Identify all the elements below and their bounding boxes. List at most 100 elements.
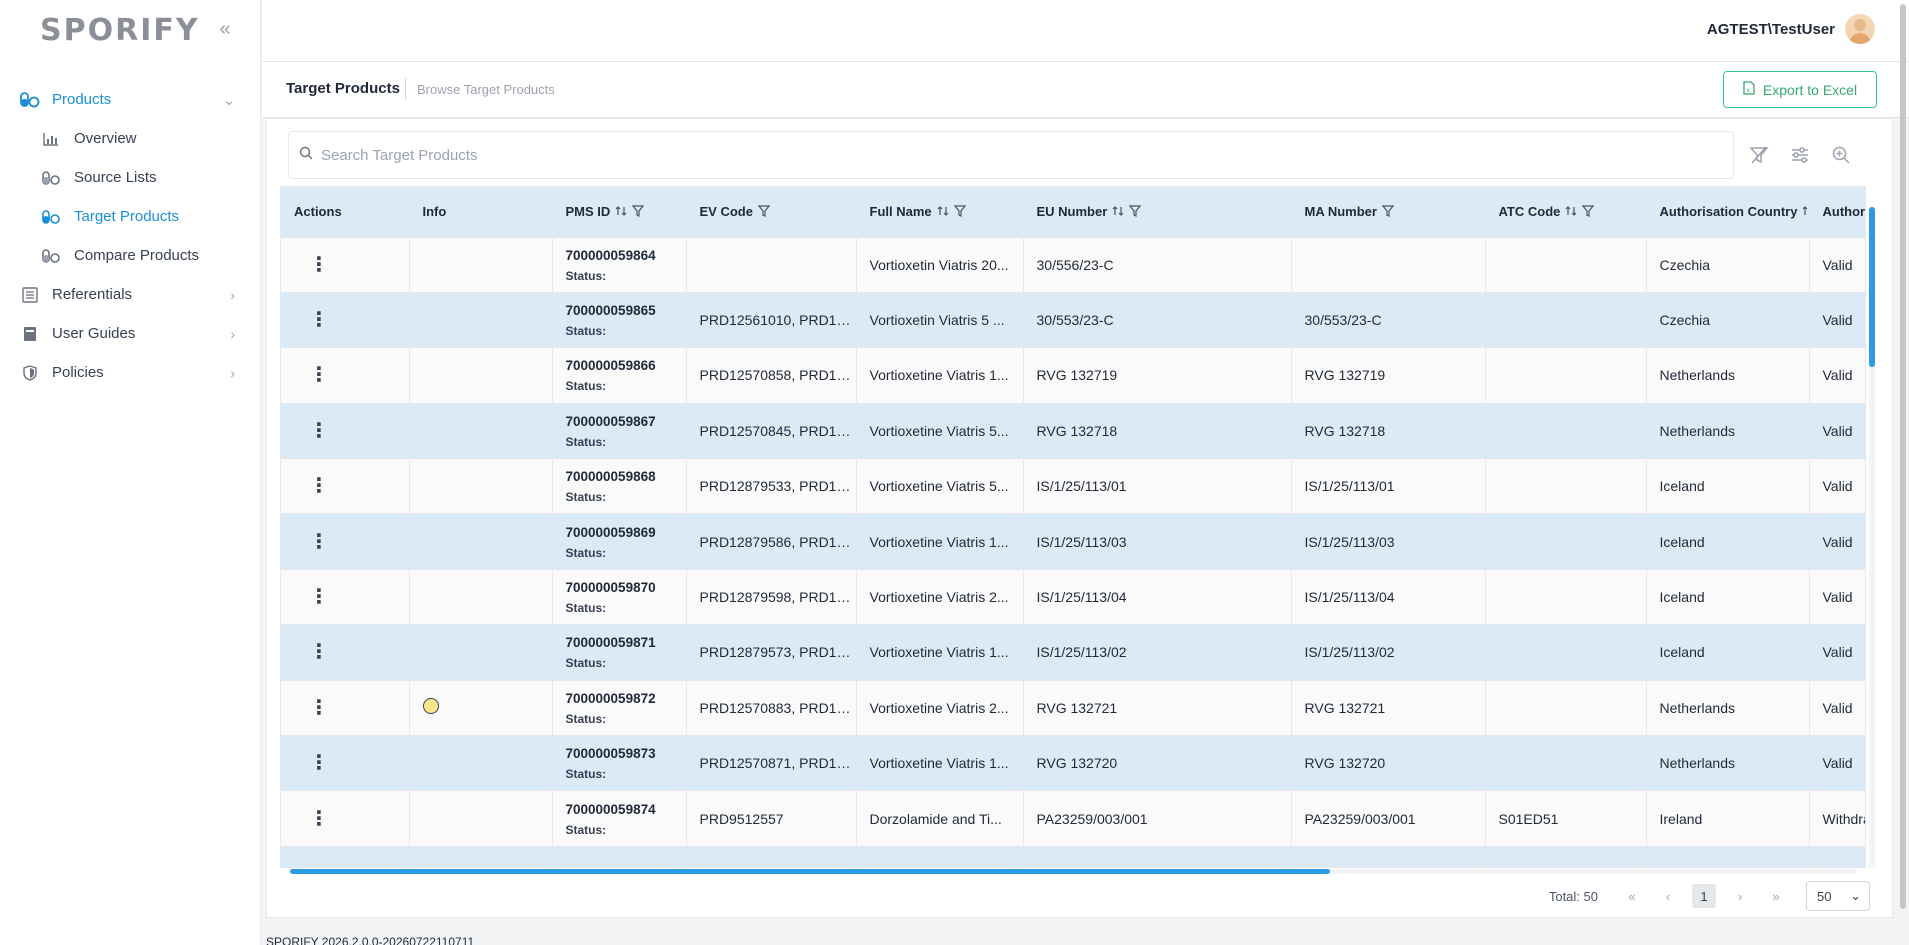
atc-cell [1485,624,1647,681]
column-header[interactable]: PMS ID [552,187,687,237]
more-vertical-icon[interactable]: ⋮ [304,587,334,607]
sort-icon[interactable] [615,205,627,220]
more-vertical-icon[interactable]: ⋮ [304,255,334,275]
zoom-in-icon[interactable] [1829,143,1853,167]
column-header-label: ATC Code [1498,203,1561,219]
more-vertical-icon[interactable]: ⋮ [304,310,334,330]
auth-cell: Withdra [1809,790,1865,847]
sidebar-item-referentials[interactable]: Referentials › [0,275,261,314]
column-header[interactable]: Info [409,187,553,237]
column-header[interactable]: ATC Code [1485,187,1647,237]
scrollbar-thumb[interactable] [290,869,1330,874]
sort-icon[interactable] [1565,205,1577,220]
app-version: SPORIFY 2026.2.0.0-20260722110711 [266,935,475,945]
sidebar-item-policies[interactable]: Policies › [0,353,261,392]
country-cell [1646,845,1810,867]
table-row[interactable]: ⋮ 700000059870 Status: PRD12879598, PRD128.… [281,568,1865,625]
page-size-select[interactable]: 50 ⌄ [1806,881,1870,911]
column-header[interactable]: Authorisation Country [1646,187,1810,237]
sort-icon[interactable] [1112,205,1124,220]
more-vertical-icon[interactable]: ⋮ [304,365,334,385]
content-card: Actions Info PMS ID EV Code Full Name EU Numb… [266,118,1893,918]
info-cell [409,845,553,867]
atc-cell [1485,291,1647,348]
pms-id-cell: 700000059873 Status: [552,735,687,791]
vertical-scrollbar[interactable] [1869,207,1875,867]
ma-cell [1291,236,1486,293]
products-table: Actions Info PMS ID EV Code Full Name EU Numb… [281,187,1865,867]
table-row[interactable]: ⋮ 700000059873 Status: PRD12570871, PRD1257… [281,735,1865,791]
sidebar-item-source-lists[interactable]: Source Lists [0,158,261,197]
actions-cell [281,845,410,867]
table-row[interactable]: ⋮ 700000059864 Status: Vortioxetin Viatris … [281,236,1865,293]
page-scrollbar[interactable] [1899,4,1907,934]
table-row[interactable]: ⋮ 700000059865 Status: PRD12561010, PRD1256… [281,291,1865,348]
eu-cell: IS/1/25/113/02 [1023,624,1292,681]
ma-cell: RVG 132720 [1291,735,1486,791]
clear-filter-icon[interactable] [1747,143,1771,167]
first-page-button[interactable]: « [1618,882,1646,910]
status-label: Status: [565,268,607,283]
more-vertical-icon[interactable]: ⋮ [304,532,334,552]
column-settings-icon[interactable] [1788,143,1812,167]
horizontal-scrollbar[interactable] [280,867,1866,875]
table-row[interactable]: ⋮ 700000059872 Status: PRD12570883, PRD125.… [281,679,1865,736]
ev-cell: PRD12879573, PRD128... [686,624,857,681]
next-page-button[interactable]: › [1726,882,1754,910]
table-row[interactable]: ⋮ 700000059871 Status: PRD12879573, PRD128.… [281,624,1865,681]
more-vertical-icon[interactable]: ⋮ [304,809,334,829]
table-row[interactable]: 700000059875 [281,845,1865,867]
table-row[interactable]: ⋮ 700000059867 Status: PRD12570845, PRD125.… [281,402,1865,459]
more-vertical-icon[interactable]: ⋮ [304,476,334,496]
sort-icon[interactable] [1802,205,1808,220]
table-row[interactable]: ⋮ 700000059869 Status: PRD12879586, PRD128.… [281,513,1865,570]
search-box[interactable] [288,131,1734,179]
sidebar-item-overview[interactable]: Overview [0,119,261,158]
ma-cell: IS/1/25/113/01 [1291,458,1486,514]
breadcrumb-divider [405,78,406,100]
sidebar-item-target-products[interactable]: Target Products [0,197,261,236]
filter-icon[interactable] [1129,205,1142,220]
more-vertical-icon[interactable]: ⋮ [304,642,334,662]
ev-cell: PRD12561010, PRD12561... [686,291,857,348]
status-label: Status: [565,434,607,449]
sidebar-item-user-guides[interactable]: User Guides › [0,314,261,353]
ev-cell [686,236,857,293]
app-logo[interactable]: SPORIFY [40,13,200,48]
filter-icon[interactable] [1381,205,1395,220]
more-vertical-icon[interactable]: ⋮ [304,698,334,718]
table-row[interactable]: ⋮ 700000059868 Status: PRD12879533, PRD128.… [281,458,1865,514]
eu-cell: RVG 132718 [1023,402,1292,459]
atc-cell [1485,513,1647,570]
column-header[interactable]: MA Number [1291,187,1486,237]
last-page-button[interactable]: » [1762,882,1790,910]
ma-cell: IS/1/25/113/02 [1291,624,1486,681]
table-row[interactable]: ⋮ 700000059874 Status: PRD9512557 Dorzolamid… [281,790,1865,847]
info-cell [409,458,553,514]
avatar[interactable] [1845,14,1875,44]
export-to-excel-button[interactable]: x Export to Excel [1723,71,1877,108]
prev-page-button[interactable]: ‹ [1654,882,1682,910]
sidebar-item-compare-products[interactable]: Compare Products [0,236,261,275]
column-header[interactable]: Authoris [1809,187,1865,237]
collapse-sidebar-icon[interactable]: « [214,18,236,40]
info-badge-icon[interactable] [422,698,439,715]
column-header[interactable]: EU Number [1023,187,1292,237]
scrollbar-thumb[interactable] [1869,207,1875,367]
column-header[interactable]: EV Code [686,187,857,237]
more-vertical-icon[interactable]: ⋮ [304,421,334,441]
filter-icon[interactable] [953,205,966,220]
search-input[interactable] [321,146,1721,164]
sidebar-item-products[interactable]: Products ⌄ [0,80,261,119]
sort-icon[interactable] [937,205,949,220]
table-row[interactable]: ⋮ 700000059866 Status: PRD12570858, PRD125.… [281,347,1865,404]
filter-icon[interactable] [632,205,645,220]
filter-icon[interactable] [1582,205,1595,220]
column-header[interactable]: Full Name [856,187,1024,237]
column-header[interactable]: Actions [281,187,410,237]
chevron-right-icon: › [230,365,235,381]
user-menu[interactable]: AGTEST\TestUser [1707,14,1875,44]
current-page[interactable]: 1 [1692,884,1716,908]
more-vertical-icon[interactable]: ⋮ [304,753,334,773]
filter-icon[interactable] [757,205,771,220]
